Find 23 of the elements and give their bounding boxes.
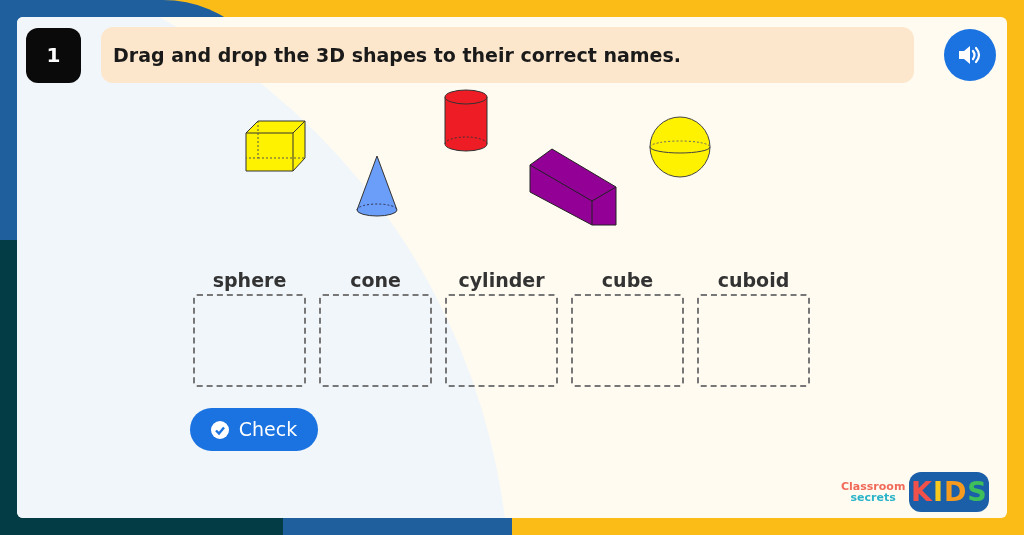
drop-zone[interactable] xyxy=(571,294,684,387)
shape-name-label: sphere xyxy=(212,268,287,292)
drop-zone[interactable] xyxy=(445,294,558,387)
drop-zone[interactable] xyxy=(193,294,306,387)
check-circle-icon xyxy=(210,420,229,439)
question-prompt: Drag and drop the 3D shapes to their correct names. xyxy=(101,27,914,83)
brand-logo: Classroom secrets xyxy=(841,481,906,503)
drop-zone[interactable] xyxy=(697,294,810,387)
check-button[interactable]: Check xyxy=(190,408,318,451)
shape-name-label: cuboid xyxy=(717,268,790,292)
cone-drawing[interactable] xyxy=(356,155,398,217)
cuboid-drawing[interactable] xyxy=(529,148,617,227)
question-number: 1 xyxy=(26,27,81,83)
cube-drawing[interactable] xyxy=(245,120,307,173)
sphere-drawing[interactable] xyxy=(649,116,711,178)
audio-button[interactable] xyxy=(944,29,996,81)
cylinder-drawing[interactable] xyxy=(444,89,488,152)
drop-zone[interactable] xyxy=(319,294,432,387)
speaker-icon xyxy=(957,44,983,66)
shape-name-label: cone xyxy=(350,268,401,292)
kids-logo: KIDS xyxy=(909,472,990,512)
shape-name-label: cylinder xyxy=(458,268,545,292)
shape-name-label: cube xyxy=(601,268,654,292)
